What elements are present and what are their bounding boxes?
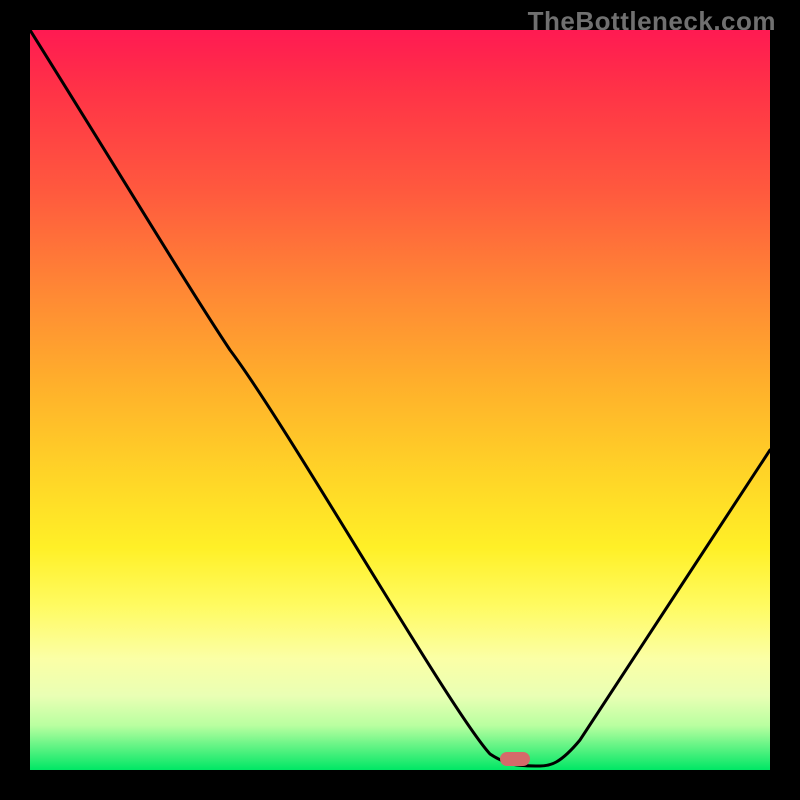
curve-path [30,30,770,766]
bottleneck-curve [30,30,770,770]
plot-area [30,30,770,770]
optimal-point-marker [500,752,530,766]
chart-frame: TheBottleneck.com [0,0,800,800]
